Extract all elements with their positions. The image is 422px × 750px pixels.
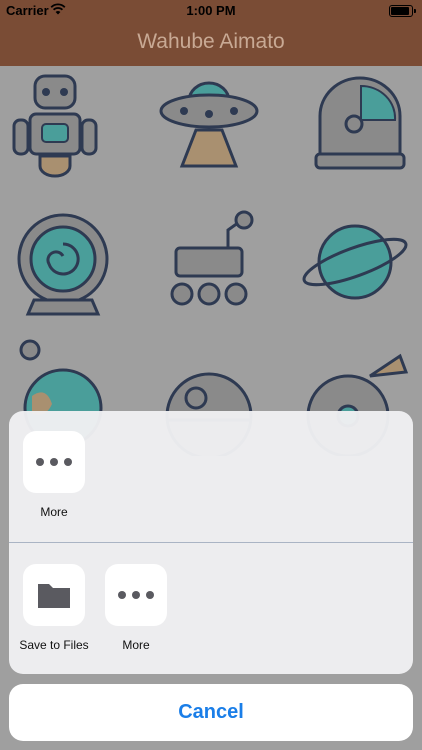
save-to-files-action[interactable]: Save to Files (14, 564, 94, 652)
more-action-row2[interactable]: More (96, 564, 176, 652)
cancel-button[interactable]: Cancel (9, 684, 413, 741)
share-sheet: More Save to Files More (9, 411, 413, 674)
action-tile[interactable] (23, 431, 85, 493)
folder-icon (38, 584, 70, 608)
action-tile[interactable] (105, 564, 167, 626)
action-tile[interactable] (23, 564, 85, 626)
action-label: More (40, 505, 68, 519)
ellipsis-icon (36, 458, 72, 466)
divider (9, 542, 413, 543)
more-action-row1[interactable]: More (14, 431, 94, 519)
ellipsis-icon (118, 591, 154, 599)
action-label: Save to Files (19, 638, 89, 652)
action-label: More (122, 638, 150, 652)
